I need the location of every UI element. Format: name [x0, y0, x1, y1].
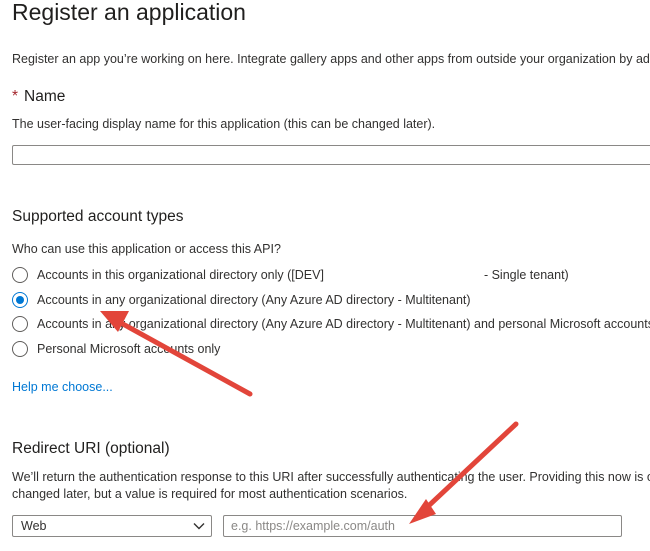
redirect-description-line1: We’ll return the authentication response… [12, 470, 650, 484]
radio-button-selected[interactable] [12, 292, 28, 308]
platform-select[interactable]: Web [12, 515, 212, 537]
radio-option-multitenant-personal[interactable]: Accounts in any organizational directory… [12, 315, 650, 333]
radio-label-personal: Personal Microsoft accounts only [37, 342, 221, 356]
account-types-heading: Supported account types [12, 208, 184, 225]
radio-selected-dot [16, 296, 24, 304]
redirect-description-line2: changed later, but a value is required f… [12, 487, 408, 501]
name-label: * Name [12, 88, 65, 106]
name-description: The user-facing display name for this ap… [12, 117, 436, 131]
radio-button[interactable] [12, 267, 28, 283]
radio-label-multitenant: Accounts in any organizational directory… [37, 293, 471, 307]
platform-select-value: Web [21, 519, 47, 533]
radio-option-single-tenant[interactable]: Accounts in this organizational director… [12, 266, 569, 284]
required-marker: * [12, 88, 19, 105]
radio-button[interactable] [12, 316, 28, 332]
page-intro: Register an app you’re working on here. … [12, 52, 650, 66]
redirect-uri-heading: Redirect URI (optional) [12, 440, 170, 457]
radio-option-personal[interactable]: Personal Microsoft accounts only [12, 340, 220, 358]
page-title: Register an application [12, 0, 246, 25]
radio-label-single-tenant-end: - Single tenant) [483, 268, 569, 282]
radio-button[interactable] [12, 341, 28, 357]
chevron-down-icon [193, 519, 205, 533]
radio-label-multitenant-personal: Accounts in any organizational directory… [37, 317, 650, 331]
radio-option-multitenant[interactable]: Accounts in any organizational directory… [12, 291, 471, 309]
redirect-uri-input[interactable] [223, 515, 622, 537]
name-input[interactable] [12, 145, 650, 165]
name-label-text: Name [24, 88, 66, 105]
account-types-question: Who can use this application or access t… [12, 242, 281, 256]
radio-label-single-tenant-start: Accounts in this organizational director… [37, 268, 324, 282]
help-me-choose-link[interactable]: Help me choose... [12, 380, 113, 394]
